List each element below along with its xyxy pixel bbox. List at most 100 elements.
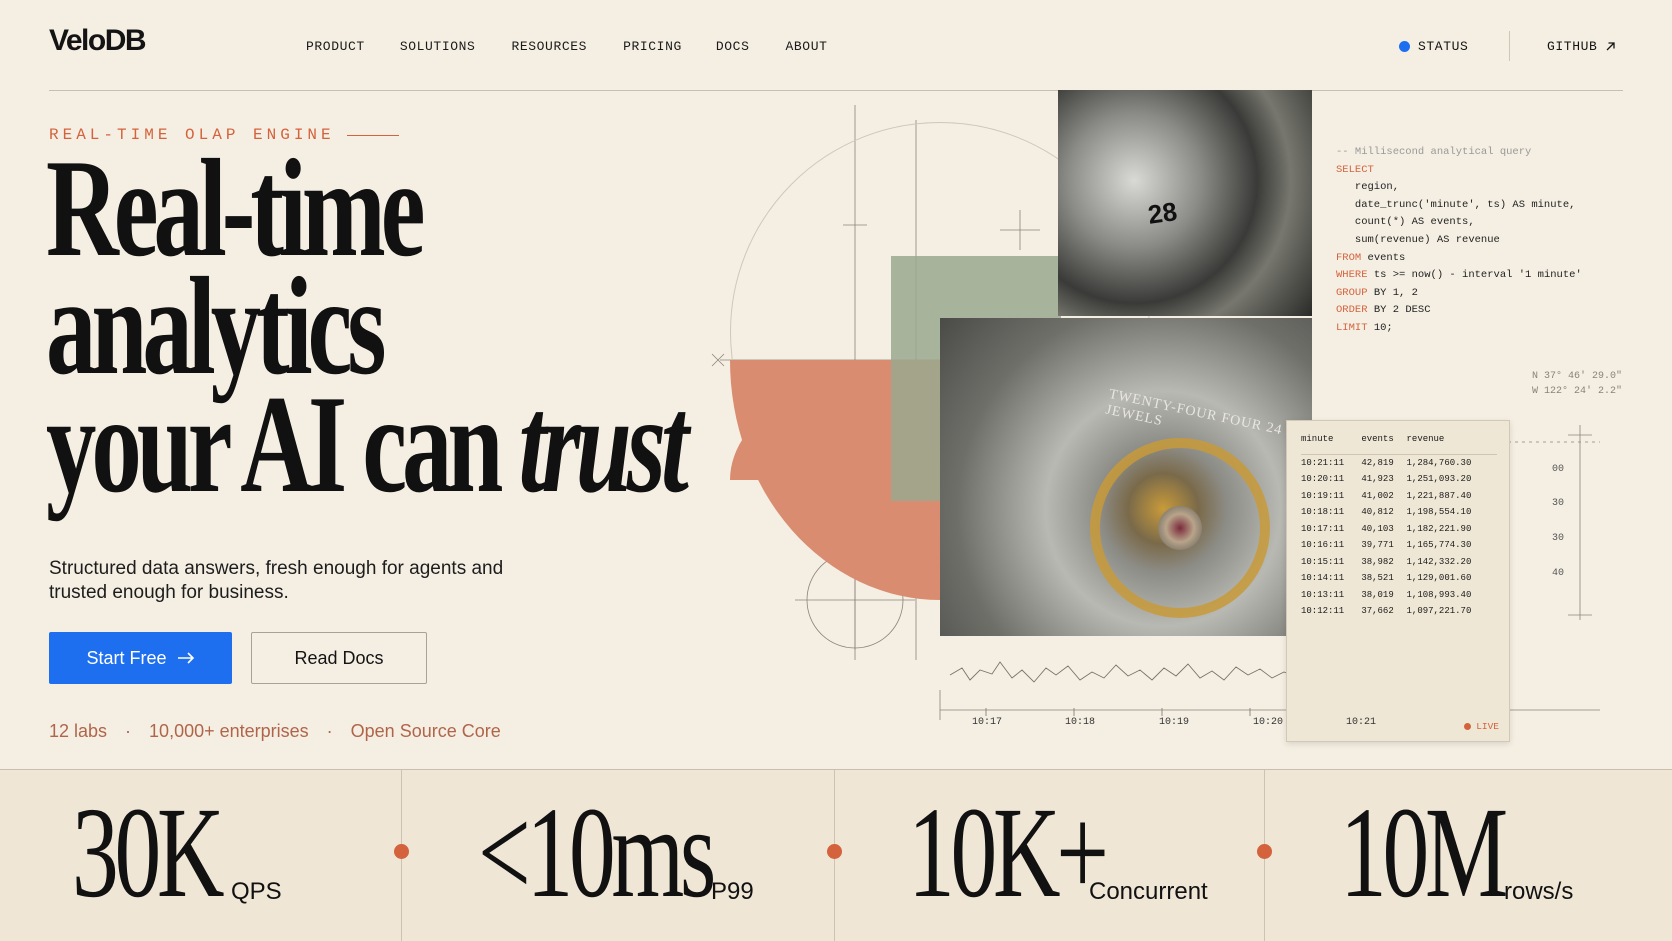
live-indicator: LIVE	[1464, 721, 1499, 732]
cell-minute: 10:15:11	[1301, 556, 1345, 567]
cell-revenue: 1,129,001.60	[1406, 573, 1472, 583]
cell-revenue: 1,182,221.90	[1406, 523, 1472, 534]
longitude: W 122° 24' 2.2"	[1532, 386, 1623, 397]
table-row: 10:19:11 41,002 1,221,887.40	[1301, 488, 1497, 505]
sql-line: WHERE ts >= now() - interval '1 minute'	[1336, 269, 1582, 282]
col-minute: minute	[1301, 431, 1362, 455]
cell-revenue: 1,097,221.70	[1406, 606, 1472, 616]
lens-photo: 28	[1058, 90, 1312, 316]
sql-line: count(*) AS events,	[1336, 216, 1475, 229]
table-row: 10:20:11 41,923 1,251,093.20	[1301, 471, 1497, 488]
nav-item-product[interactable]: PRODUCT	[306, 40, 365, 53]
table-row: 10:18:11 40,812 1,198,554.10	[1301, 504, 1497, 521]
meta-separator: ·	[326, 721, 333, 741]
meta-labs: 12 labs	[49, 721, 108, 741]
time-tick-label: 10:18	[1065, 717, 1096, 728]
start-free-button[interactable]: Start Free	[49, 632, 232, 684]
arrow-right-icon	[177, 652, 194, 664]
sql-snippet: -- Millisecond analytical query SELECT re…	[1336, 144, 1582, 338]
cell-events: 40,812	[1361, 507, 1394, 517]
header-divider	[1509, 31, 1510, 61]
cell-revenue: 1,165,774.30	[1406, 540, 1472, 550]
cell-revenue: 1,284,760.30	[1406, 457, 1472, 468]
hero-collage: 28 TWENTY-FOUR FOUR 24 JEWELS -- Millise…	[700, 90, 1672, 742]
hero-meta: 12 labs · 10,000+ enterprises · Open Sou…	[49, 722, 501, 740]
hero-subtitle: Structured data answers, fresh enough fo…	[49, 558, 504, 603]
sql-line: FROM events	[1336, 251, 1406, 264]
cell-events: 37,662	[1361, 606, 1394, 616]
github-link[interactable]: GITHUB	[1547, 40, 1616, 53]
cell-minute: 10:13:11	[1301, 589, 1345, 600]
time-tick-label: 10:21	[1346, 717, 1377, 728]
arrow-up-right-icon	[1606, 42, 1616, 51]
read-docs-button[interactable]: Read Docs	[251, 632, 427, 684]
time-tick-label: 10:17	[972, 717, 1003, 728]
cell-revenue: 1,221,887.40	[1406, 490, 1472, 501]
page: VeloDB PRODUCT SOLUTIONS RESOURCES PRICI…	[0, 0, 1672, 941]
ruler-tick-label: 00	[1552, 464, 1565, 475]
meta-separator: ·	[125, 721, 132, 741]
col-revenue: revenue	[1406, 431, 1497, 455]
sparkline	[949, 661, 1345, 683]
table-row: 10:14:11 38,521 1,129,001.60	[1301, 570, 1497, 587]
ruler-tick-label: 30	[1552, 498, 1565, 509]
stat-value: 10M	[1340, 781, 1508, 925]
time-tick-label: 10:19	[1159, 717, 1190, 728]
cell-events: 41,002	[1361, 490, 1394, 501]
stat-unit: Concurrent	[1089, 878, 1208, 905]
lens-dial-number: 28	[1146, 196, 1179, 230]
status-link[interactable]: STATUS	[1399, 40, 1468, 53]
coordinates: N 37° 46' 29.0" W 122° 24' 2.2"	[1532, 369, 1622, 399]
status-dot-icon	[1399, 41, 1410, 52]
cell-events: 39,771	[1361, 540, 1394, 550]
sql-line: SELECT	[1336, 163, 1374, 176]
cell-events: 38,019	[1361, 589, 1394, 600]
stat-unit: rows/s	[1504, 878, 1574, 905]
stat-unit: P99	[711, 878, 754, 905]
table-row: 10:15:11 38,982 1,142,332.20	[1301, 554, 1497, 571]
stat-unit: QPS	[231, 878, 282, 905]
nav-item-resources[interactable]: RESOURCES	[511, 40, 587, 53]
cell-minute: 10:16:11	[1301, 540, 1345, 550]
nav-item-pricing[interactable]: PRICING	[623, 40, 682, 53]
cell-revenue: 1,198,554.10	[1406, 507, 1472, 517]
nav-item-solutions[interactable]: SOLUTIONS	[400, 40, 476, 53]
results-table: minute events revenue 10:21:11 42,819 1,28…	[1301, 431, 1497, 620]
cell-revenue: 1,108,993.40	[1406, 589, 1472, 600]
cell-events: 42,819	[1361, 457, 1394, 468]
meta-open-source: Open Source Core	[350, 721, 501, 741]
sql-line: date_trunc('minute', ts) AS minute,	[1336, 198, 1576, 211]
results-card: minute events revenue 10:21:11 42,819 1,28…	[1286, 420, 1510, 742]
sql-comment: -- Millisecond analytical query	[1336, 146, 1532, 158]
table-row: 10:21:11 42,819 1,284,760.30	[1301, 454, 1497, 471]
cell-events: 41,923	[1361, 474, 1394, 484]
table-row: 10:12:11 37,662 1,097,221.70	[1301, 603, 1497, 620]
github-label: GITHUB	[1547, 39, 1598, 54]
stat-value: 30K	[72, 781, 225, 925]
nav-item-about[interactable]: ABOUT	[785, 40, 827, 53]
headline-line-3-plain: your AI can	[46, 367, 503, 522]
stats-band: 30K QPS <10ms P99 10K+ Concurrent 10M ro…	[0, 769, 1672, 941]
table-header-row: minute events revenue	[1301, 431, 1497, 455]
cell-minute: 10:20:11	[1301, 474, 1345, 484]
cell-minute: 10:17:11	[1301, 523, 1345, 534]
table-row: 10:17:11 40,103 1,182,221.90	[1301, 521, 1497, 538]
main-nav: PRODUCT SOLUTIONS RESOURCES PRICING DOCS…	[306, 40, 828, 53]
nav-item-docs[interactable]: DOCS	[716, 40, 750, 53]
logo[interactable]: VeloDB	[49, 26, 147, 56]
ruler-tick-label: 30	[1552, 533, 1565, 544]
table-row: 10:13:11 38,019 1,108,993.40	[1301, 587, 1497, 604]
cell-minute: 10:21:11	[1301, 457, 1345, 468]
stat-dot	[394, 844, 409, 859]
stat-dot	[1257, 844, 1272, 859]
meta-enterprises: 10,000+ enterprises	[149, 721, 309, 741]
cell-minute: 10:12:11	[1301, 606, 1345, 616]
cell-minute: 10:14:11	[1301, 573, 1345, 583]
live-dot-icon	[1464, 722, 1472, 730]
cell-events: 40,103	[1361, 523, 1394, 534]
table-row: 10:16:11 39,771 1,165,774.30	[1301, 537, 1497, 554]
latitude: N 37° 46' 29.0"	[1532, 371, 1623, 382]
stat-dot	[827, 844, 842, 859]
headline-trust-word: trust	[518, 367, 689, 522]
cell-minute: 10:18:11	[1301, 507, 1345, 517]
